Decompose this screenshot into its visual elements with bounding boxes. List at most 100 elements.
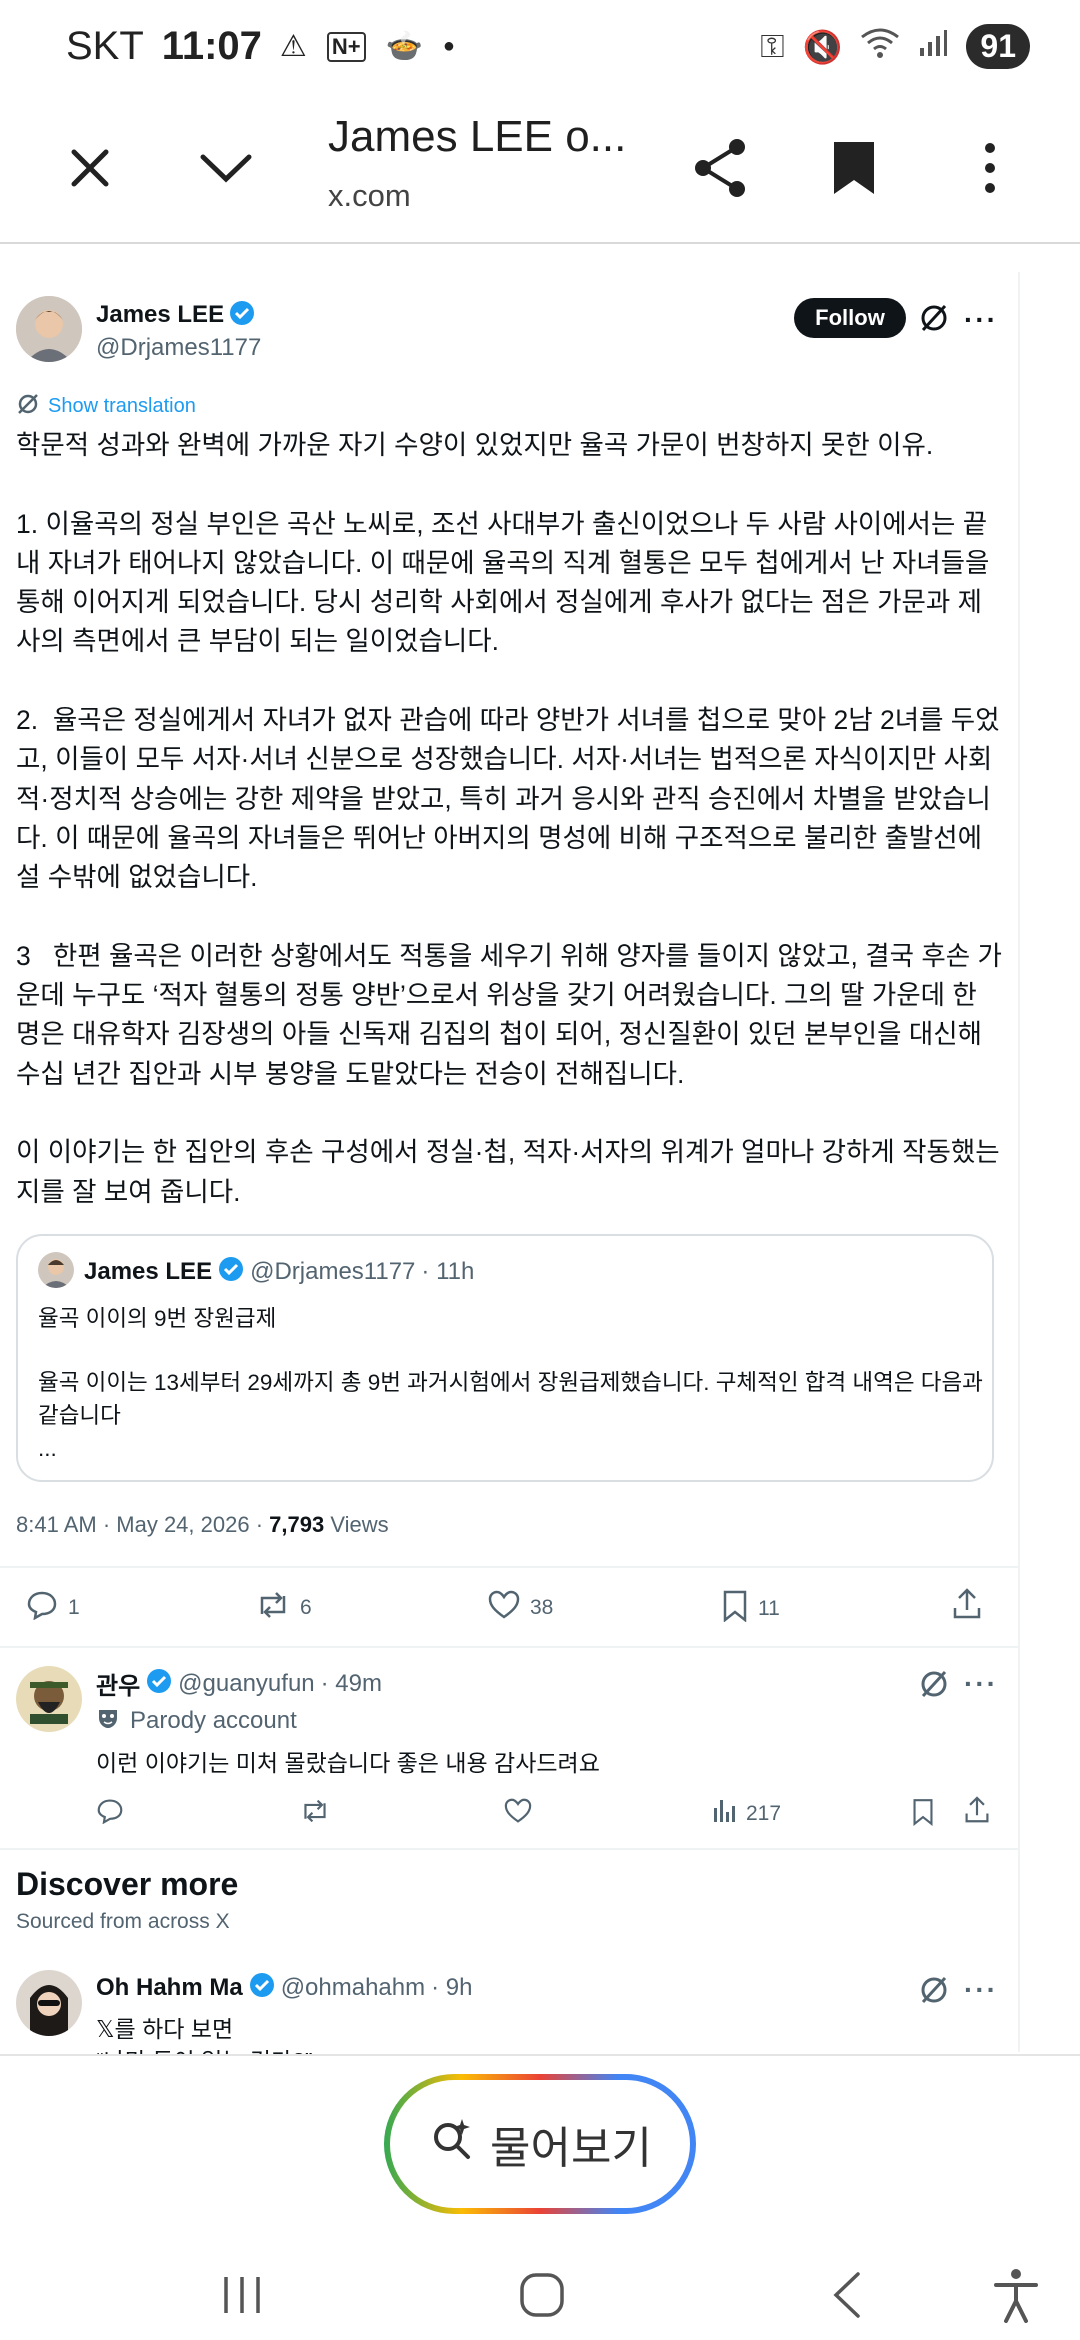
discover-post-line-1: 𝕏를 하다 보면	[96, 2016, 234, 2042]
quote-avatar	[38, 1252, 74, 1288]
upload-icon	[952, 1588, 982, 1626]
quote-ellipsis: ...	[38, 1436, 57, 1461]
follow-button[interactable]: Follow	[794, 298, 906, 338]
bookmark-icon[interactable]	[814, 128, 894, 208]
translate-icon	[16, 392, 40, 421]
parody-text: Parody account	[130, 1706, 297, 1734]
discover-avatar[interactable]	[16, 1970, 82, 2036]
warning-icon: ⚠	[279, 30, 307, 63]
upload-icon	[964, 1796, 990, 1830]
heart-icon	[504, 1798, 532, 1830]
share-button[interactable]	[952, 1588, 982, 1626]
clock: 11:07	[161, 24, 262, 68]
reply-views-button[interactable]: 217	[712, 1798, 781, 1830]
quote-time: · 11h	[421, 1257, 475, 1285]
mask-icon	[96, 1706, 120, 1735]
chevron-down-icon[interactable]	[186, 128, 266, 208]
more-horiz-icon[interactable]: ···	[964, 1668, 998, 1700]
verified-badge-icon	[146, 1668, 172, 1699]
verified-badge-icon	[218, 1256, 244, 1287]
reply-reply-button[interactable]	[96, 1798, 124, 1830]
discover-title: Discover more	[16, 1866, 239, 1902]
carrier: SKT	[66, 24, 144, 68]
verified-badge-icon	[249, 1972, 275, 2003]
bookmark-outline-icon	[912, 1798, 934, 1832]
heart-icon	[488, 1590, 520, 1626]
like-button[interactable]: 38	[488, 1590, 553, 1626]
page-title: James LEE o...	[328, 112, 627, 161]
repost-button[interactable]: 6	[256, 1590, 312, 1626]
avatar[interactable]	[16, 296, 82, 362]
accessibility-icon[interactable]	[976, 2260, 1056, 2330]
reply-avatar[interactable]	[16, 1666, 82, 1732]
tweet-author[interactable]: James LEE	[96, 300, 255, 331]
quote-author-name: James LEE	[84, 1257, 213, 1285]
tweet-timestamp[interactable]: 8:41 AM · May 24, 2026 ·	[16, 1512, 269, 1537]
parody-label: Parody account	[96, 1706, 297, 1735]
close-icon[interactable]	[50, 128, 130, 208]
page-url: x.com	[328, 178, 411, 213]
analytics-icon	[712, 1798, 736, 1830]
author-name[interactable]: James LEE	[96, 301, 224, 328]
repost-count: 6	[300, 1596, 312, 1619]
reply-views-count: 217	[746, 1802, 782, 1825]
grok-icon[interactable]	[918, 302, 950, 339]
home-icon[interactable]	[502, 2260, 582, 2330]
status-left: SKT 11:07 ⚠ N+ 🍲 ●	[66, 24, 455, 69]
reply-author-handle[interactable]: @guanyufun	[178, 1670, 314, 1698]
key-icon: ⚿	[760, 27, 785, 64]
reply-header[interactable]: 관우 @guanyufun · 49m	[96, 1666, 382, 1701]
reply-count: 1	[68, 1596, 80, 1619]
mute-icon: 🔇	[802, 28, 843, 65]
ask-button-label: 물어보기	[490, 2124, 652, 2173]
thread-divider	[1018, 272, 1020, 2052]
status-bar: SKT 11:07 ⚠ N+ 🍲 ● ⚿ 🔇 91	[0, 0, 1080, 100]
dot-icon: ●	[442, 35, 456, 57]
more-horiz-icon[interactable]: ···	[964, 1974, 998, 2006]
ask-button[interactable]: 물어보기	[384, 2074, 696, 2214]
signal-icon	[918, 28, 948, 66]
recent-apps-icon[interactable]	[202, 2260, 282, 2330]
author-handle[interactable]: @Drjames1177	[96, 334, 261, 362]
wifi-icon	[860, 27, 900, 67]
share-icon[interactable]	[680, 128, 760, 208]
reply-like-button[interactable]	[504, 1798, 532, 1830]
reply-repost-button[interactable]	[300, 1798, 330, 1830]
discover-post-header[interactable]: Oh Hahm Ma @ohmahahm · 9h	[96, 1972, 472, 2003]
repost-icon	[256, 1590, 290, 1626]
grok-icon[interactable]	[918, 1974, 950, 2011]
system-nav-bar	[0, 2250, 1080, 2340]
discover-author-handle[interactable]: @ohmahahm	[281, 1974, 425, 2002]
discover-subtitle: Sourced from across X	[16, 1910, 230, 1933]
reply-share-button[interactable]	[964, 1796, 990, 1830]
grok-icon[interactable]	[918, 1668, 950, 1705]
reply-time: · 49m	[320, 1669, 382, 1697]
bookmark-button[interactable]: 11	[722, 1590, 780, 1628]
views-label: Views	[324, 1512, 389, 1537]
news-icon: N+	[326, 31, 366, 62]
reply-icon	[26, 1590, 58, 1626]
more-vert-icon[interactable]	[950, 128, 1030, 208]
discover-author-name[interactable]: Oh Hahm Ma	[96, 1974, 243, 2002]
battery-indicator: 91	[966, 24, 1030, 69]
reply-button[interactable]: 1	[26, 1590, 80, 1626]
search-sparkle-icon	[428, 2115, 476, 2174]
quoted-tweet[interactable]: James LEE @Drjames1177 · 11h 율곡 이이의 9번 장…	[16, 1234, 994, 1482]
views-count: 7,793	[269, 1512, 325, 1537]
like-count: 38	[530, 1596, 554, 1619]
reply-icon	[96, 1798, 124, 1830]
back-icon[interactable]	[806, 2260, 886, 2330]
ask-bar: 물어보기	[0, 2054, 1080, 2250]
quote-author-handle: @Drjames1177	[250, 1257, 416, 1285]
verified-badge-icon	[229, 300, 255, 331]
tweet-meta: 8:41 AM · May 24, 2026 · 7,793 Views	[16, 1512, 389, 1538]
show-translation-label[interactable]: Show translation	[48, 395, 196, 418]
reply-bookmark-button[interactable]	[912, 1798, 934, 1832]
more-horiz-icon[interactable]: ···	[964, 304, 998, 336]
tweet-text: 학문적 성과와 완벽에 가까운 자기 수양이 있었지만 율곡 가문이 번창하지 …	[16, 430, 1002, 1207]
show-translation[interactable]: Show translation	[16, 392, 196, 421]
bookmark-outline-icon	[722, 1590, 748, 1628]
quote-line-2: 율곡 이이는 13세부터 29세까지 총 9번 과거시험에서 장원급제했습니다.…	[38, 1370, 983, 1428]
reply-author-name[interactable]: 관우	[96, 1666, 140, 1701]
quote-line-1: 율곡 이이의 9번 장원급제	[38, 1306, 277, 1331]
